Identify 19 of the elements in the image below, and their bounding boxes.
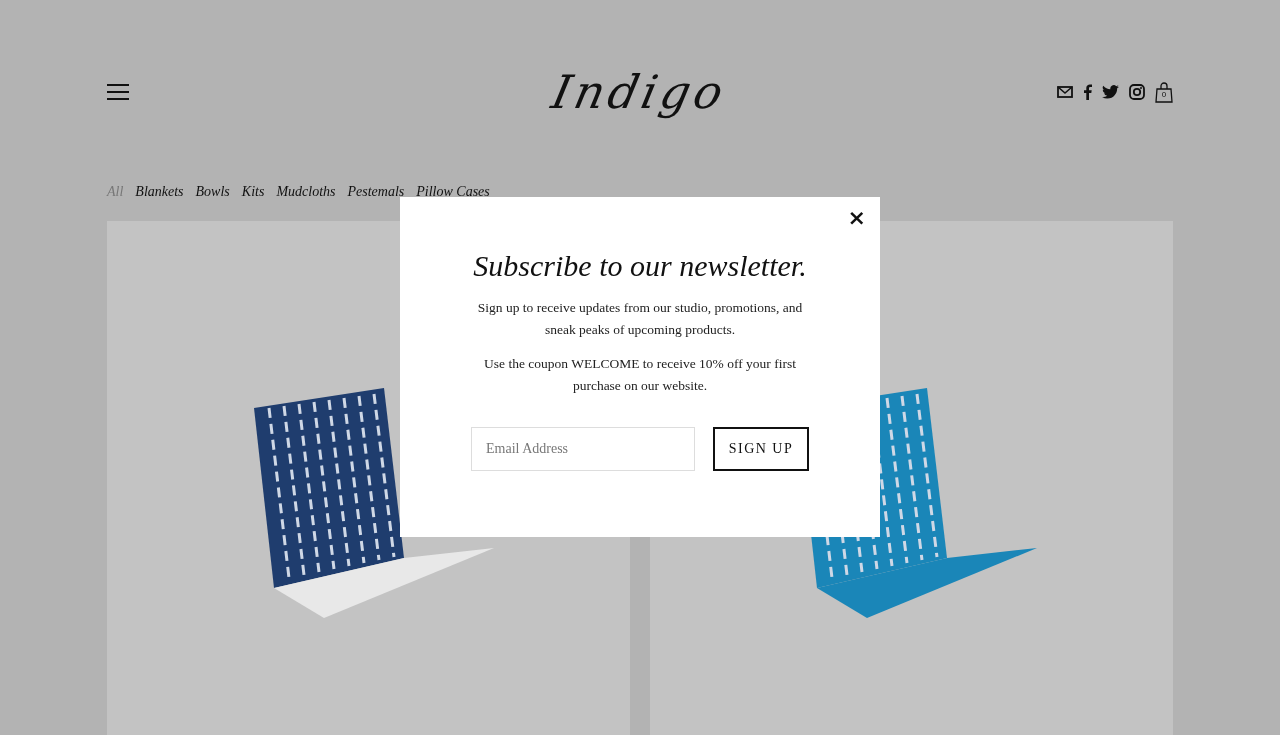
instagram-icon[interactable] bbox=[1129, 84, 1145, 100]
dialog-text: Sign up to receive updates from our studio, promotions, and sneak peaks of upcoming products. bbox=[476, 299, 804, 339]
category-link[interactable]: Bowls bbox=[195, 184, 230, 200]
category-link[interactable]: Mudcloths bbox=[276, 184, 336, 200]
twitter-icon[interactable] bbox=[1102, 85, 1119, 99]
dialog-text: Use the coupon WELCOME to receive 10% off your first purchase on our website. bbox=[483, 355, 797, 395]
category-link[interactable]: Kits bbox=[241, 184, 265, 200]
sign-up-button[interactable]: SIGN UP bbox=[713, 427, 809, 471]
close-button[interactable]: × bbox=[843, 207, 870, 229]
logo[interactable]: Indigo bbox=[547, 64, 733, 120]
email-field[interactable]: Email Address bbox=[471, 427, 695, 471]
mail-icon[interactable] bbox=[1057, 86, 1073, 98]
category-link[interactable]: Pillow Cases bbox=[416, 184, 490, 200]
category-link[interactable]: Pestemals bbox=[347, 184, 405, 200]
category-link[interactable]: Blankets bbox=[135, 184, 184, 200]
menu-icon[interactable] bbox=[107, 84, 129, 100]
dialog-title: Subscribe to our newsletter. bbox=[473, 249, 807, 283]
facebook-icon[interactable] bbox=[1083, 84, 1092, 100]
cart-count: 0 bbox=[1160, 89, 1168, 99]
